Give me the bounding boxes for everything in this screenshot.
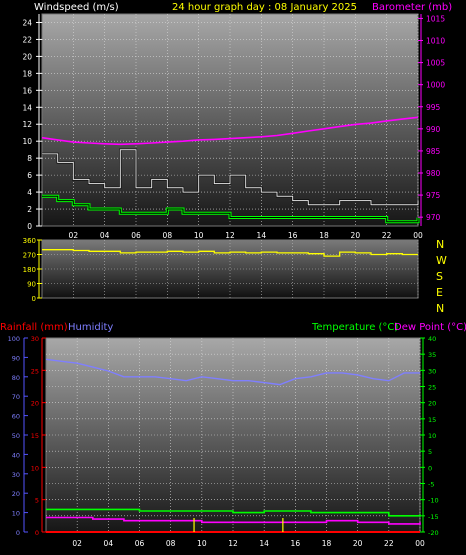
- direction-tick-label: 270: [23, 252, 36, 260]
- time-tick-label: 04: [104, 539, 114, 548]
- time-tick-label: 14: [259, 539, 269, 548]
- temperature-tick-label: -10: [428, 497, 439, 505]
- time-tick-label: 20: [351, 231, 361, 240]
- wind-tick-label: 14: [22, 103, 32, 112]
- humidity-tick-label: 100: [8, 335, 20, 343]
- time-tick-label: 16: [291, 539, 301, 548]
- time-tick-label: 10: [194, 231, 204, 240]
- rainfall-tick-label: 30: [31, 335, 39, 343]
- wind-tick-label: 8: [27, 154, 32, 163]
- humidity-tick-label: 50: [12, 432, 20, 440]
- time-tick-label: 16: [288, 231, 298, 240]
- time-tick-label: 02: [72, 539, 82, 548]
- humidity-tick-label: 70: [12, 393, 20, 401]
- time-tick-label: 00: [413, 231, 423, 240]
- direction-tick-label: 0: [32, 295, 36, 303]
- wind-tick-label: 2: [27, 205, 32, 214]
- temperature-axis-title: Temperature (°C): [311, 322, 398, 333]
- wind-tick-label: 22: [22, 35, 32, 44]
- wind-tick-label: 10: [22, 137, 32, 146]
- rainfall-tick-label: 5: [35, 497, 39, 505]
- barometer-tick-label: 1000: [426, 81, 445, 90]
- direction-panel-background: [41, 239, 419, 299]
- humidity-tick-label: 10: [12, 510, 20, 518]
- rainfall-tick-label: 0: [35, 529, 39, 537]
- humidity-axis-title: Humidity: [68, 322, 113, 333]
- dewpoint-axis-title: Dew Point (°C): [394, 322, 466, 333]
- rainfall-axis-title: Rainfall (mm): [0, 322, 68, 333]
- time-tick-label: 02: [69, 231, 79, 240]
- wind-tick-label: 18: [22, 69, 32, 78]
- weather-chart-svg: Windspeed (m/s) 24 hour graph day : 08 J…: [0, 2, 466, 548]
- humidity-tick-label: 40: [12, 451, 20, 459]
- compass-label: S: [436, 270, 443, 283]
- barometer-axis-title: Barometer (mb): [372, 2, 452, 13]
- time-tick-label: 08: [166, 539, 176, 548]
- barometer-tick-label: 1005: [426, 59, 445, 68]
- wind-tick-label: 4: [27, 188, 32, 197]
- humidity-tick-label: 90: [12, 354, 20, 362]
- wind-tick-label: 0: [27, 222, 32, 231]
- temperature-tick-label: -15: [428, 513, 439, 521]
- time-tick-label: 22: [384, 539, 394, 548]
- time-tick-label: 06: [135, 539, 145, 548]
- barometer-tick-label: 990: [426, 125, 441, 134]
- humidity-tick-label: 20: [12, 490, 20, 498]
- time-tick-label: 12: [225, 231, 235, 240]
- barometer-tick-label: 985: [426, 147, 441, 156]
- wind-tick-label: 16: [22, 86, 32, 95]
- chart-title: 24 hour graph day : 08 January 2025: [172, 2, 357, 13]
- humidity-tick-label: 60: [12, 413, 20, 421]
- time-tick-label: 18: [322, 539, 332, 548]
- temperature-tick-label: 5: [428, 448, 432, 456]
- temperature-tick-label: -20: [428, 529, 439, 537]
- humidity-tick-label: 30: [12, 471, 20, 479]
- rainfall-tick-label: 20: [31, 400, 39, 408]
- time-tick-label: 20: [353, 539, 363, 548]
- temperature-tick-label: 15: [428, 416, 436, 424]
- barometer-tick-label: 980: [426, 169, 441, 178]
- wind-tick-label: 12: [22, 120, 32, 129]
- temperature-tick-label: 20: [428, 400, 436, 408]
- rainfall-tick-label: 15: [31, 432, 39, 440]
- rainfall-tick-label: 25: [31, 367, 39, 375]
- wind-tick-label: 6: [27, 171, 32, 180]
- wind-axis-title: Windspeed (m/s): [34, 2, 119, 13]
- wind-tick-label: 20: [22, 52, 32, 61]
- temperature-tick-label: -5: [428, 481, 434, 489]
- time-tick-label: 12: [228, 539, 238, 548]
- time-tick-label: 22: [382, 231, 392, 240]
- compass-label: E: [436, 286, 443, 299]
- barometer-tick-label: 975: [426, 191, 441, 200]
- rainfall-tick-label: 10: [31, 464, 39, 472]
- time-tick-label: 18: [319, 231, 329, 240]
- temperature-tick-label: 25: [428, 384, 436, 392]
- temperature-tick-label: 30: [428, 367, 436, 375]
- compass-label: W: [436, 254, 447, 267]
- compass-label: N: [436, 302, 444, 315]
- time-tick-label: 14: [257, 231, 267, 240]
- time-tick-label: 06: [131, 231, 141, 240]
- compass-label: N: [436, 238, 444, 251]
- time-tick-label: 08: [163, 231, 173, 240]
- direction-tick-label: 90: [27, 281, 36, 289]
- time-tick-label: 00: [415, 539, 425, 548]
- time-tick-label: 04: [100, 231, 110, 240]
- weather-graph: Windspeed (m/s) 24 hour graph day : 08 J…: [0, 0, 466, 555]
- temperature-tick-label: 0: [428, 464, 432, 472]
- barometer-tick-label: 970: [426, 213, 441, 222]
- temperature-tick-label: 35: [428, 351, 436, 359]
- barometer-tick-label: 1010: [426, 37, 445, 46]
- barometer-tick-label: 995: [426, 103, 441, 112]
- temperature-tick-label: 10: [428, 432, 436, 440]
- temperature-tick-label: 40: [428, 335, 436, 343]
- humidity-tick-label: 0: [16, 529, 20, 537]
- direction-tick-label: 360: [23, 237, 36, 245]
- wind-tick-label: 24: [22, 18, 32, 27]
- direction-tick-label: 180: [23, 266, 36, 274]
- humidity-tick-label: 80: [12, 374, 20, 382]
- barometer-tick-label: 1015: [426, 14, 445, 23]
- time-tick-label: 10: [197, 539, 207, 548]
